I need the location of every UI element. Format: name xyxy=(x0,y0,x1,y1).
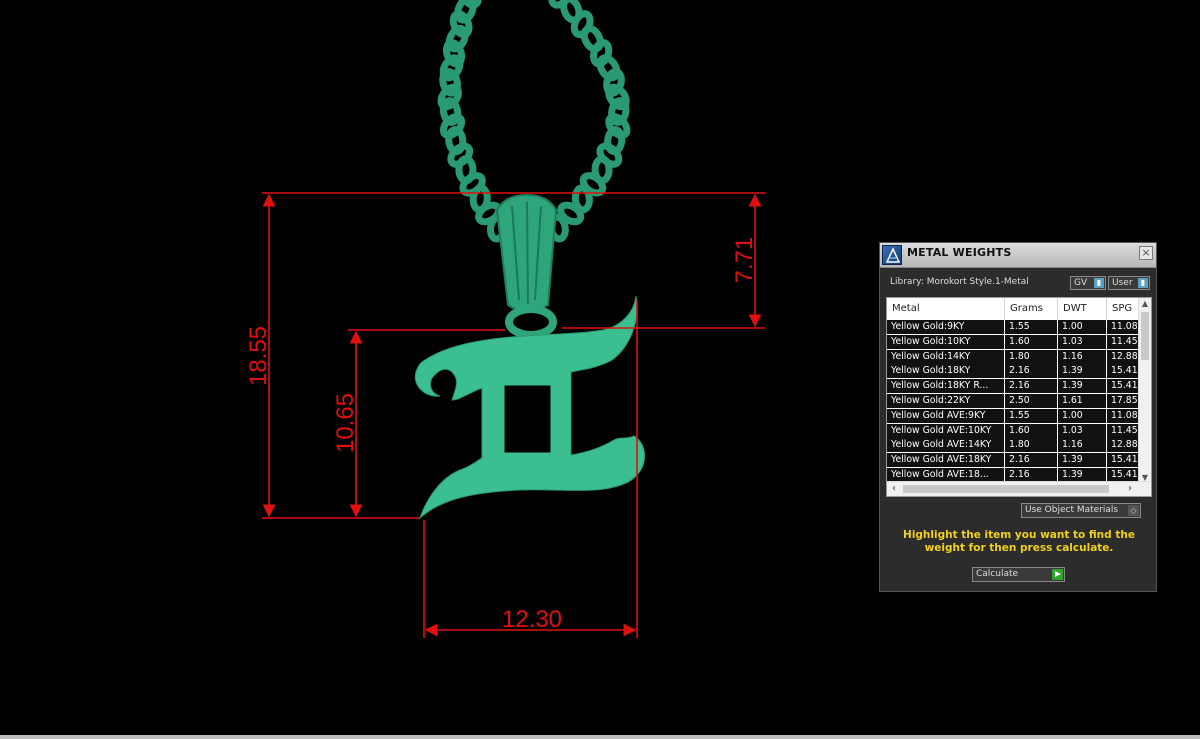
user-dropdown[interactable]: User ▮ xyxy=(1108,276,1150,290)
dim-bail-height: 7.71 xyxy=(731,237,758,284)
cell-grams: 1.80 xyxy=(1005,438,1058,454)
table-row[interactable]: Yellow Gold:9KY 1.55 1.00 11.08 xyxy=(887,320,1144,335)
table-row[interactable]: Yellow Gold:10KY 1.60 1.03 11.45 xyxy=(887,334,1144,350)
col-header-spg[interactable]: SPG xyxy=(1107,298,1139,320)
dropdown-arrow-icon: ◇ xyxy=(1128,505,1139,516)
panel-titlebar[interactable]: METAL WEIGHTS × xyxy=(880,243,1156,268)
cell-grams: 2.50 xyxy=(1005,394,1058,409)
library-label: Library: Morokort Style.1-Metal xyxy=(890,277,1029,287)
table-row[interactable]: Yellow Gold AVE:18KY 2.16 1.39 15.41 xyxy=(887,453,1144,469)
cell-dwt: 1.16 xyxy=(1058,349,1107,365)
cell-metal: Yellow Gold:18KY xyxy=(887,364,1005,380)
pendant-bail xyxy=(495,193,558,339)
cell-dwt: 1.39 xyxy=(1058,453,1107,469)
cell-grams: 2.16 xyxy=(1005,364,1058,380)
metal-table[interactable]: Metal Grams DWT SPG Yellow Gold:9KY 1.55 1… xyxy=(886,297,1152,497)
cell-dwt: 1.00 xyxy=(1058,320,1107,335)
cell-grams: 2.16 xyxy=(1005,379,1058,395)
cell-metal: Yellow Gold AVE:10KY xyxy=(887,423,1005,439)
cell-metal: Yellow Gold AVE:14KY xyxy=(887,438,1005,454)
status-strip xyxy=(0,735,1200,739)
close-icon[interactable]: × xyxy=(1139,246,1153,260)
gv-dropdown[interactable]: GV ▮ xyxy=(1070,276,1106,290)
cell-metal: Yellow Gold:18KY R... xyxy=(887,379,1005,395)
cell-grams: 1.60 xyxy=(1005,423,1058,439)
cell-grams: 2.16 xyxy=(1005,453,1058,469)
cell-metal: Yellow Gold AVE:9KY xyxy=(887,408,1005,424)
cell-grams: 1.55 xyxy=(1005,408,1058,424)
calculate-label: Calculate xyxy=(976,569,1019,579)
cell-dwt: 1.61 xyxy=(1058,394,1107,409)
cell-dwt: 1.03 xyxy=(1058,334,1107,350)
dropdown-arrow-icon: ▮ xyxy=(1138,278,1148,288)
scroll-thumb[interactable] xyxy=(903,485,1109,493)
scroll-up-icon[interactable]: ▲ xyxy=(1139,298,1151,310)
table-row[interactable]: Yellow Gold:18KY R... 2.16 1.39 15.41 xyxy=(887,379,1144,395)
cell-dwt: 1.16 xyxy=(1058,438,1107,454)
scroll-left-icon[interactable]: ‹ xyxy=(887,482,901,496)
table-row[interactable]: Yellow Gold AVE:9KY 1.55 1.00 11.08 xyxy=(887,408,1144,424)
cell-dwt: 1.00 xyxy=(1058,408,1107,424)
cell-dwt: 1.03 xyxy=(1058,423,1107,439)
table-row[interactable]: Yellow Gold AVE:14KY 1.80 1.16 12.88 xyxy=(887,438,1144,454)
table-row[interactable]: Yellow Gold:14KY 1.80 1.16 12.88 xyxy=(887,349,1144,365)
panel-title: METAL WEIGHTS xyxy=(907,246,1012,259)
table-header: Metal Grams DWT SPG xyxy=(887,298,1139,320)
cell-metal: Yellow Gold:22KY xyxy=(887,394,1005,409)
use-object-materials-label: Use Object Materials xyxy=(1025,505,1119,515)
vertical-scrollbar[interactable]: ▲ ▼ xyxy=(1138,298,1151,484)
scroll-right-icon[interactable]: › xyxy=(1123,482,1137,496)
dim-overall-height: 18.55 xyxy=(245,326,272,386)
dim-symbol-height: 10.65 xyxy=(332,393,359,453)
cell-dwt: 1.39 xyxy=(1058,379,1107,395)
table-row[interactable]: Yellow Gold:18KY 2.16 1.39 15.41 xyxy=(887,364,1144,380)
calculate-button[interactable]: Calculate xyxy=(972,567,1065,582)
use-object-materials-dropdown[interactable]: Use Object Materials ◇ xyxy=(1021,503,1141,518)
user-label: User xyxy=(1112,278,1133,288)
cell-metal: Yellow Gold AVE:18KY xyxy=(887,453,1005,469)
dropdown-arrow-icon: ▮ xyxy=(1094,278,1104,288)
play-icon xyxy=(1052,569,1063,580)
cell-grams: 1.60 xyxy=(1005,334,1058,350)
cell-metal: Yellow Gold:10KY xyxy=(887,334,1005,350)
scroll-thumb[interactable] xyxy=(1141,312,1149,360)
table-row[interactable]: Yellow Gold AVE:10KY 1.60 1.03 11.45 xyxy=(887,423,1144,439)
cell-dwt: 1.39 xyxy=(1058,364,1107,380)
table-row[interactable]: Yellow Gold:22KY 2.50 1.61 17.85 xyxy=(887,394,1144,409)
instruction-text: Highlight the item you want to find the … xyxy=(903,529,1135,554)
cell-metal: Yellow Gold:9KY xyxy=(887,320,1005,335)
cell-grams: 1.80 xyxy=(1005,349,1058,365)
cell-metal: Yellow Gold:14KY xyxy=(887,349,1005,365)
col-header-grams[interactable]: Grams xyxy=(1005,298,1058,320)
col-header-dwt[interactable]: DWT xyxy=(1058,298,1107,320)
metal-weights-panel: METAL WEIGHTS × Library: Morokort Style.… xyxy=(879,242,1157,592)
rhino-app-icon xyxy=(882,245,902,265)
horizontal-scrollbar[interactable]: ‹ › xyxy=(887,481,1151,496)
col-header-metal[interactable]: Metal xyxy=(887,298,1005,320)
gv-label: GV xyxy=(1074,278,1088,288)
cell-grams: 1.55 xyxy=(1005,320,1058,335)
dim-symbol-width: 12.30 xyxy=(502,606,562,633)
